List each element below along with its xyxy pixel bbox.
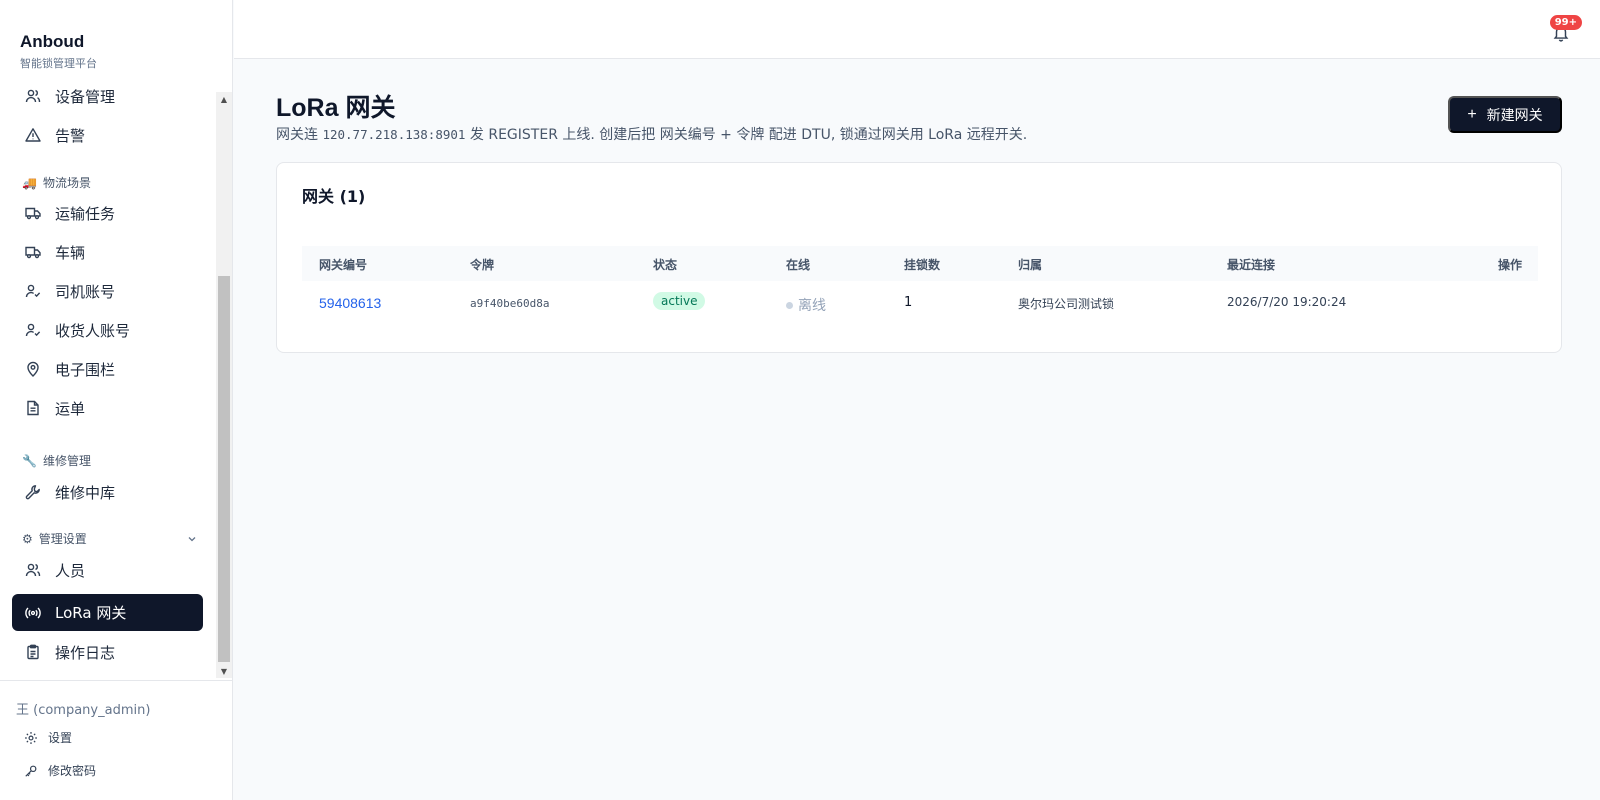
sidebar-scrollbar[interactable]: ▲ ▼ <box>216 92 232 678</box>
sidebar-item-label: LoRa 网关 <box>55 604 127 622</box>
nav-group-label: 物流场景 <box>42 176 91 190</box>
gateway-id-link[interactable]: 59408613 <box>319 295 381 311</box>
truck-icon <box>25 244 41 260</box>
brand: Anboud 智能锁管理平台 <box>20 32 97 71</box>
gear-icon <box>24 731 38 745</box>
chevron-down-icon[interactable] <box>187 534 197 544</box>
change-password-label: 修改密码 <box>48 764 97 778</box>
change-password-link[interactable]: 修改密码 <box>24 762 96 779</box>
map-pin-icon <box>25 361 41 377</box>
user-check-icon <box>25 283 41 299</box>
sidebar: Anboud 智能锁管理平台 设备管理 告警 🚚 物流场景 运输任务 车辆 司机… <box>0 0 233 800</box>
new-gateway-button[interactable]: + 新建网关 <box>1448 96 1562 133</box>
column-header-lock-count: 挂锁数 <box>904 258 941 272</box>
status-badge: active <box>653 292 706 310</box>
sidebar-item-label: 电子围栏 <box>55 360 116 379</box>
table-row[interactable]: 59408613 a9f40be60d8a active 离线 1 奥尔玛公司测… <box>302 281 1538 327</box>
column-header-actions: 操作 <box>1498 258 1523 272</box>
sidebar-item-label: 设备管理 <box>55 88 116 106</box>
users-icon <box>25 562 41 578</box>
truck-emoji-icon: 🚚 <box>22 175 37 190</box>
sidebar-item-lora-gateway[interactable]: LoRa 网关 <box>12 594 203 631</box>
sidebar-item-label: 车辆 <box>55 243 86 262</box>
sidebar-item-waybills[interactable]: 运单 <box>12 390 203 426</box>
gear-emoji-icon: ⚙ <box>22 531 33 546</box>
nav-group-label: 维修管理 <box>42 454 91 468</box>
column-header-status: 状态 <box>653 258 678 272</box>
lock-count: 1 <box>904 295 913 310</box>
sidebar-item-alerts[interactable]: 告警 <box>12 117 203 153</box>
settings-label: 设置 <box>48 731 73 745</box>
page-description: 网关连 120.77.218.138:8901 发 REGISTER 上线. 创… <box>276 124 1027 144</box>
sidebar-nav: 设备管理 告警 🚚 物流场景 运输任务 车辆 司机账号 收货人账号 电子围栏 运… <box>0 88 216 678</box>
nav-group-repair: 🔧 维修管理 <box>22 452 197 469</box>
sidebar-item-label: 收货人账号 <box>55 321 131 340</box>
desc-suffix: 发 REGISTER 上线. 创建后把 网关编号 + 令牌 配进 DTU, 锁通… <box>465 127 1028 143</box>
brand-name: Anboud <box>20 32 85 51</box>
scroll-up-arrow-icon[interactable]: ▲ <box>216 92 232 106</box>
sidebar-item-repair-warehouse[interactable]: 维修中库 <box>12 474 203 510</box>
wrench-icon <box>25 484 41 500</box>
radio-icon <box>25 605 41 621</box>
gateway-card-title: 网关 (1) <box>302 187 366 206</box>
online-status: 离线 <box>786 295 826 315</box>
sidebar-item-consignee-accounts[interactable]: 收货人账号 <box>12 312 203 348</box>
gateway-token: a9f40be60d8a <box>470 297 550 310</box>
settings-link[interactable]: 设置 <box>24 729 72 746</box>
brand-subtitle: 智能锁管理平台 <box>20 57 97 70</box>
sidebar-item-label: 司机账号 <box>55 282 116 301</box>
desc-address: 120.77.218.138:8901 <box>322 127 466 142</box>
new-gateway-label: 新建网关 <box>1486 106 1543 123</box>
nav-group-logistics: 🚚 物流场景 <box>22 174 197 191</box>
users-icon <box>25 88 41 104</box>
sidebar-item-label: 告警 <box>55 126 86 145</box>
online-status-label: 离线 <box>798 298 826 314</box>
sidebar-item-devices[interactable]: 设备管理 <box>12 88 203 114</box>
column-header-gateway-id: 网关编号 <box>319 258 368 272</box>
notification-badge: 99+ <box>1549 15 1582 30</box>
wrench-emoji-icon: 🔧 <box>22 453 37 468</box>
desc-prefix: 网关连 <box>276 127 323 143</box>
user-check-icon <box>25 322 41 338</box>
sidebar-item-transport-tasks[interactable]: 运输任务 <box>12 195 203 231</box>
key-icon <box>24 764 38 778</box>
sidebar-item-geofence[interactable]: 电子围栏 <box>12 351 203 387</box>
user-name: 王 (company_admin) <box>16 703 151 718</box>
column-header-online: 在线 <box>786 258 811 272</box>
owner: 奥尔玛公司测试锁 <box>1018 297 1115 311</box>
user-area: 王 (company_admin) 设置 修改密码 <box>0 680 233 778</box>
sidebar-item-label: 维修中库 <box>55 483 116 502</box>
sidebar-item-label: 运单 <box>55 399 86 418</box>
scrollbar-thumb[interactable] <box>218 276 230 662</box>
page-title: LoRa 网关 <box>276 94 396 122</box>
topbar: 99+ <box>234 0 1600 59</box>
plus-icon: + <box>1467 105 1477 123</box>
sidebar-item-driver-accounts[interactable]: 司机账号 <box>12 273 203 309</box>
sidebar-item-label: 人员 <box>55 561 86 580</box>
offline-dot-icon <box>786 301 793 309</box>
alert-triangle-icon <box>25 127 41 143</box>
column-header-token: 令牌 <box>470 258 495 272</box>
column-header-owner: 归属 <box>1018 258 1043 272</box>
nav-group-admin[interactable]: ⚙ 管理设置 <box>22 530 197 547</box>
last-connected: 2026/7/20 19:20:24 <box>1227 295 1347 309</box>
sidebar-item-label: 操作日志 <box>55 643 116 662</box>
sidebar-item-personnel[interactable]: 人员 <box>12 552 203 588</box>
gateway-card: 网关 (1) 网关编号 令牌 状态 在线 挂锁数 归属 最近连接 操作 5940… <box>276 162 1562 353</box>
table-header: 网关编号 令牌 状态 在线 挂锁数 归属 最近连接 操作 <box>302 246 1538 281</box>
sidebar-item-label: 运输任务 <box>55 204 116 223</box>
sidebar-item-vehicles[interactable]: 车辆 <box>12 234 203 270</box>
scroll-down-arrow-icon[interactable]: ▼ <box>216 664 232 678</box>
column-header-last-connected: 最近连接 <box>1227 258 1276 272</box>
clipboard-icon <box>25 644 41 660</box>
truck-icon <box>25 205 41 221</box>
sidebar-item-operation-log[interactable]: 操作日志 <box>12 634 203 670</box>
nav-group-label: 管理设置 <box>38 532 87 546</box>
file-text-icon <box>25 400 41 416</box>
